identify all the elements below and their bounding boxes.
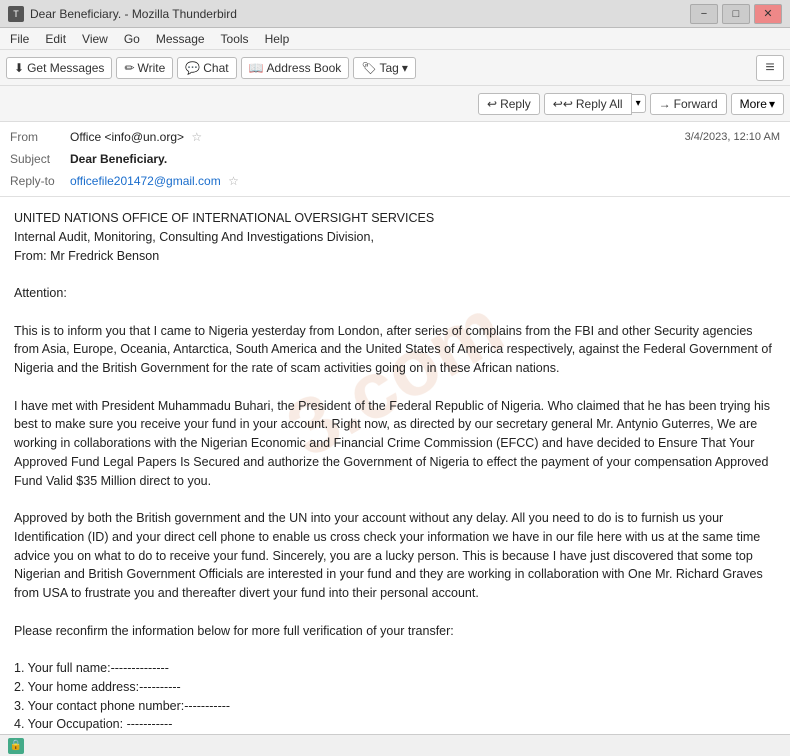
- from-value: Office <info@un.org> ☆: [70, 130, 685, 144]
- hamburger-icon: ≡: [765, 59, 774, 77]
- reply-all-dropdown-button[interactable]: ▾: [632, 94, 646, 113]
- email-date: 3/4/2023, 12:10 AM: [685, 131, 780, 143]
- more-button[interactable]: More ▾: [731, 93, 784, 115]
- email-headers: From Office <info@un.org> ☆ 3/4/2023, 12…: [0, 122, 790, 197]
- more-arrow-icon: ▾: [769, 97, 775, 111]
- write-button[interactable]: ✏ Write: [116, 57, 173, 79]
- forward-button[interactable]: → Forward: [650, 93, 727, 115]
- window-title: Dear Beneficiary. - Mozilla Thunderbird: [30, 7, 690, 21]
- from-row: From Office <info@un.org> ☆ 3/4/2023, 12…: [10, 126, 780, 148]
- subject-value: Dear Beneficiary.: [70, 152, 780, 166]
- menu-message[interactable]: Message: [150, 30, 211, 48]
- email-body-container: 3.com UNITED NATIONS OFFICE OF INTERNATI…: [0, 197, 790, 734]
- menu-view[interactable]: View: [76, 30, 114, 48]
- statusbar: 🔒: [0, 734, 790, 756]
- app-icon: T: [8, 6, 24, 22]
- subject-row: Subject Dear Beneficiary.: [10, 148, 780, 170]
- reply-to-label: Reply-to: [10, 174, 70, 188]
- from-star-icon[interactable]: ☆: [191, 130, 202, 144]
- action-toolbar: ↩ Reply ↩↩ Reply All ▾ → Forward More ▾: [0, 86, 790, 122]
- maximize-button[interactable]: □: [722, 4, 750, 24]
- hamburger-menu-button[interactable]: ≡: [756, 55, 784, 81]
- titlebar: T Dear Beneficiary. - Mozilla Thunderbir…: [0, 0, 790, 28]
- reply-to-star-icon[interactable]: ☆: [228, 174, 239, 188]
- reply-icon: ↩: [487, 97, 497, 111]
- tag-icon: 🏷: [361, 61, 376, 75]
- address-book-button[interactable]: 📖 Address Book: [241, 57, 350, 79]
- write-icon: ✏: [124, 61, 134, 75]
- subject-label: Subject: [10, 152, 70, 166]
- menu-file[interactable]: File: [4, 30, 35, 48]
- reply-button[interactable]: ↩ Reply: [478, 93, 540, 115]
- minimize-button[interactable]: −: [690, 4, 718, 24]
- menu-tools[interactable]: Tools: [215, 30, 255, 48]
- menu-edit[interactable]: Edit: [39, 30, 72, 48]
- reply-all-button[interactable]: ↩↩ Reply All: [544, 93, 632, 115]
- menubar: File Edit View Go Message Tools Help: [0, 28, 790, 50]
- get-messages-button[interactable]: ⬇ Get Messages: [6, 57, 112, 79]
- email-scroll-area[interactable]: 3.com UNITED NATIONS OFFICE OF INTERNATI…: [0, 197, 790, 734]
- menu-go[interactable]: Go: [118, 30, 146, 48]
- address-book-icon: 📖: [249, 61, 264, 75]
- reply-all-arrow-icon: ▾: [636, 98, 641, 109]
- from-label: From: [10, 130, 70, 144]
- window-controls: − □ ✕: [690, 4, 782, 24]
- tag-button[interactable]: 🏷 Tag ▾: [353, 57, 416, 79]
- forward-icon: →: [659, 97, 671, 111]
- chat-icon: 💬: [185, 61, 200, 75]
- email-body: UNITED NATIONS OFFICE OF INTERNATIONAL O…: [14, 209, 776, 734]
- reply-to-row: Reply-to officefile201472@gmail.com ☆: [10, 170, 780, 192]
- main-toolbar: ⬇ Get Messages ✏ Write 💬 Chat 📖 Address …: [0, 50, 790, 86]
- get-messages-icon: ⬇: [14, 61, 24, 75]
- chat-button[interactable]: 💬 Chat: [177, 57, 236, 79]
- menu-help[interactable]: Help: [259, 30, 296, 48]
- reply-to-value: officefile201472@gmail.com ☆: [70, 174, 780, 188]
- tag-arrow-icon: ▾: [402, 61, 408, 75]
- close-button[interactable]: ✕: [754, 4, 782, 24]
- reply-all-group: ↩↩ Reply All ▾: [544, 93, 646, 115]
- reply-all-icon: ↩↩: [553, 97, 573, 111]
- security-icon: 🔒: [8, 738, 24, 754]
